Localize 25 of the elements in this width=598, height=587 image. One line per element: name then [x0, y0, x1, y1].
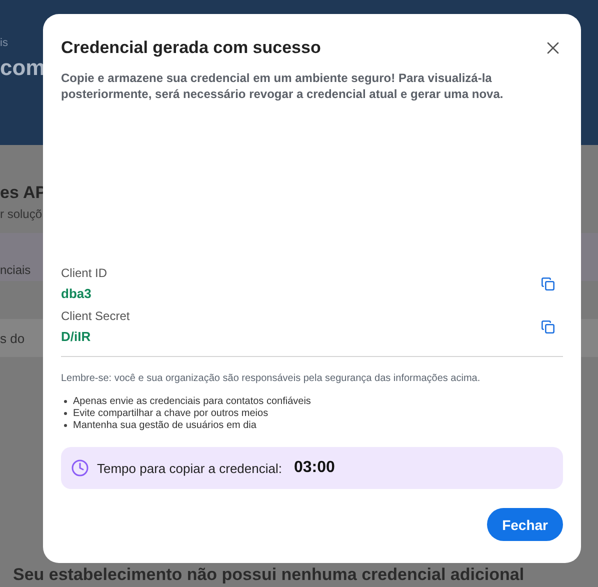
clock-icon — [71, 459, 89, 477]
reminder-text: Lembre-se: você e sua organização são responsáveis pela segurança das informações acima. — [61, 373, 482, 384]
empty-state-text: Seu estabelecimento não possui nenhuma credencial adicional — [13, 565, 524, 585]
copy-icon[interactable] — [541, 320, 555, 334]
bullet-icon — [64, 424, 67, 427]
tab-label: s do — [0, 330, 25, 346]
credential-label: Client Secret — [61, 309, 130, 323]
credential-value: dba3 — [61, 286, 92, 301]
section-subtitle: r soluçõ — [0, 207, 42, 221]
credential-value: D/iIR — [61, 329, 91, 344]
copy-icon[interactable] — [541, 276, 555, 290]
credential-label: Client ID — [61, 266, 108, 280]
timer-label: Tempo para copiar a credencial: — [97, 460, 282, 476]
page-title: com — [0, 55, 46, 81]
tip-text: Apenas envie as credenciais para contatos confiáveis — [73, 396, 311, 407]
bullet-icon — [64, 412, 67, 415]
bullet-icon — [64, 400, 67, 403]
breadcrumb-text: is — [0, 37, 8, 49]
timer-value: 03:00 — [294, 459, 335, 477]
close-button[interactable]: Fechar — [487, 508, 563, 541]
tip-text: Mantenha sua gestão de usuários em dia — [73, 420, 256, 431]
dialog-description: Copie e armazene sua credencial em um ambiente seguro! Para visualizá-la posteriormente, será necessário revogar a credencial atual e gerar uma nova. — [61, 70, 504, 102]
dialog-title: Credencial gerada com sucesso — [61, 38, 321, 58]
tip-text: Evite compartilhar a chave por outros meios — [73, 408, 268, 419]
banner-text: nciais — [0, 263, 31, 277]
